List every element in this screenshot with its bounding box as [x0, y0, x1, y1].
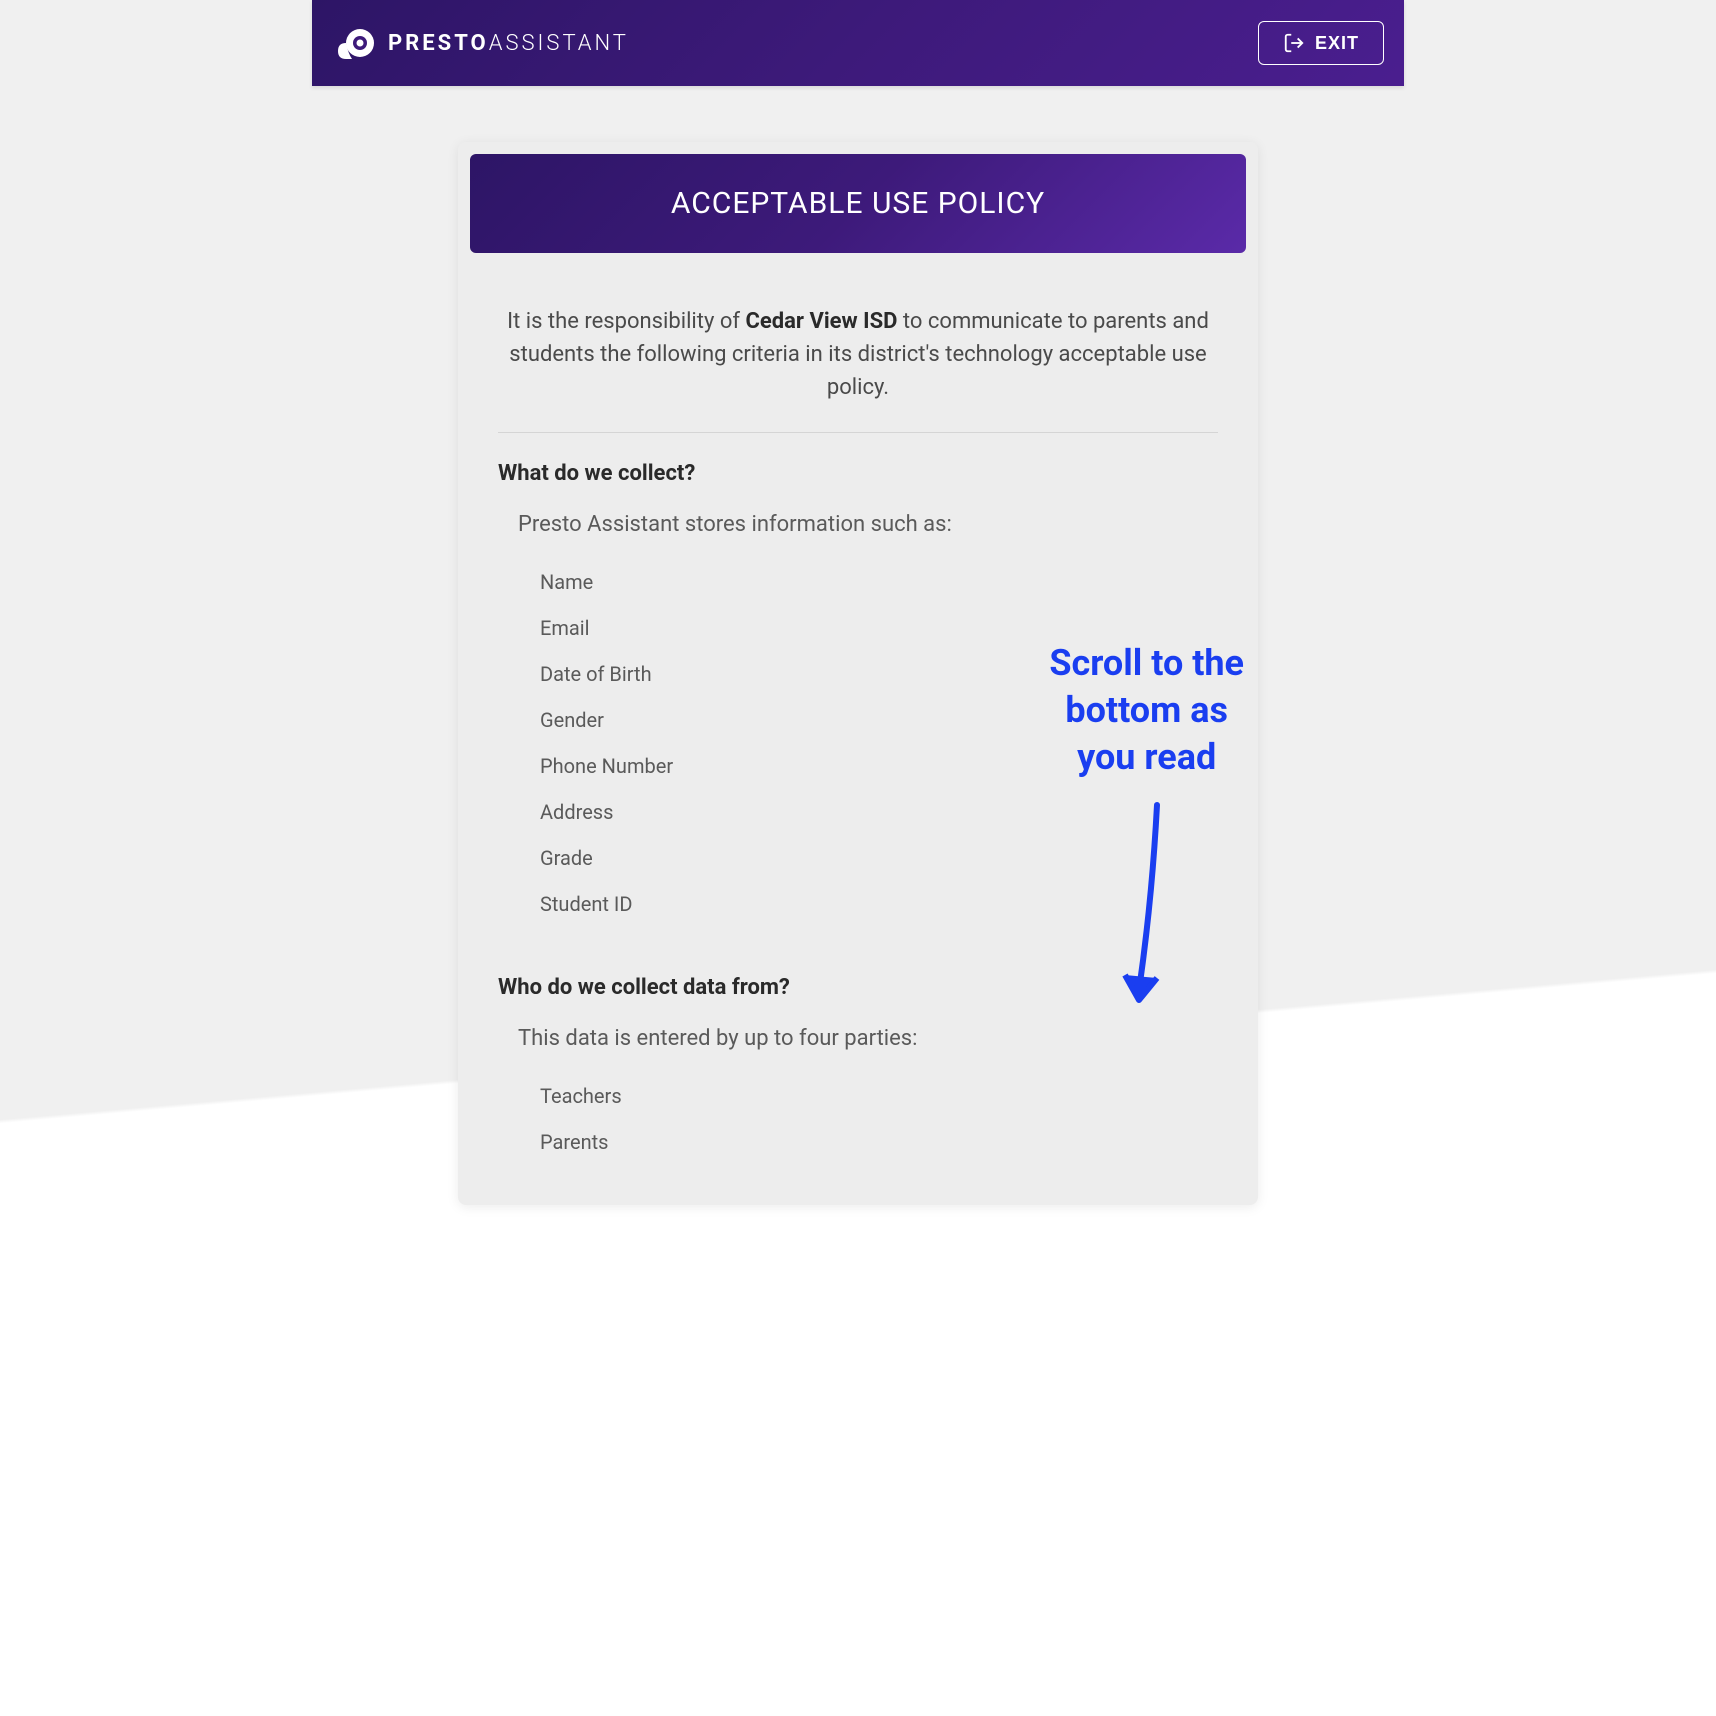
policy-intro: It is the responsibility of Cedar View I… [498, 295, 1218, 433]
section-heading: What do we collect? [498, 461, 1218, 486]
logo-text: PRESTO ASSISTANT [388, 31, 629, 56]
list-item: Parents [540, 1119, 1218, 1165]
logo-assistant-text: ASSISTANT [489, 31, 629, 56]
collect-list: Name Email Date of Birth Gender Phone Nu… [540, 559, 1218, 927]
section-heading: Who do we collect data from? [498, 975, 1218, 1000]
list-item: Teachers [540, 1073, 1218, 1119]
exit-button[interactable]: EXIT [1258, 21, 1384, 65]
list-item: Address [540, 789, 1218, 835]
section-what-we-collect: What do we collect? Presto Assistant sto… [498, 461, 1218, 927]
list-item: Student ID [540, 881, 1218, 927]
policy-card-body[interactable]: It is the responsibility of Cedar View I… [458, 265, 1258, 1205]
policy-card-header: ACCEPTABLE USE POLICY [470, 154, 1246, 253]
list-item: Grade [540, 835, 1218, 881]
logo-presto-text: PRESTO [388, 31, 489, 56]
app-header: PRESTO ASSISTANT EXIT [312, 0, 1404, 86]
policy-title: ACCEPTABLE USE POLICY [490, 186, 1226, 221]
list-item: Name [540, 559, 1218, 605]
list-item: Date of Birth [540, 651, 1218, 697]
district-name: Cedar View ISD [746, 309, 898, 334]
presto-logo-icon [332, 21, 376, 65]
section-who-we-collect-from: Who do we collect data from? This data i… [498, 975, 1218, 1165]
intro-prefix: It is the responsibility of [507, 309, 745, 334]
parties-list: Teachers Parents [540, 1073, 1218, 1165]
main-content: ACCEPTABLE USE POLICY It is the responsi… [438, 142, 1278, 1205]
list-item: Gender [540, 697, 1218, 743]
exit-icon [1283, 32, 1305, 54]
section-subtext: Presto Assistant stores information such… [518, 512, 1218, 537]
policy-card: ACCEPTABLE USE POLICY It is the responsi… [458, 142, 1258, 1205]
exit-button-label: EXIT [1315, 33, 1359, 54]
section-subtext: This data is entered by up to four parti… [518, 1026, 1218, 1051]
list-item: Email [540, 605, 1218, 651]
logo: PRESTO ASSISTANT [332, 21, 629, 65]
list-item: Phone Number [540, 743, 1218, 789]
